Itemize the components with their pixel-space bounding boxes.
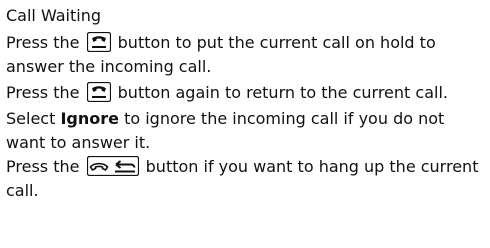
text-before: Select xyxy=(6,109,56,128)
hangup-back-icon xyxy=(86,156,139,176)
paragraph-return: Press the button again to return to the … xyxy=(6,81,486,105)
section-heading: Call Waiting xyxy=(6,6,102,25)
ignore-option: Ignore xyxy=(60,109,119,128)
paragraph-ignore: Select Ignore to ignore the incoming cal… xyxy=(6,107,486,155)
paragraph-hangup: Press the button if you want to hang up … xyxy=(6,155,486,203)
text-before: Press the xyxy=(6,157,80,176)
pickup-phone-icon xyxy=(86,82,111,102)
text-before: Press the xyxy=(6,33,80,52)
paragraph-hold: Press the button to put the current call… xyxy=(6,31,486,79)
text-after: button again to return to the current ca… xyxy=(117,83,448,102)
call-waiting-section: Call Waiting Press the button to put the… xyxy=(6,5,486,203)
text-before: Press the xyxy=(6,83,80,102)
pickup-phone-icon xyxy=(86,32,111,52)
